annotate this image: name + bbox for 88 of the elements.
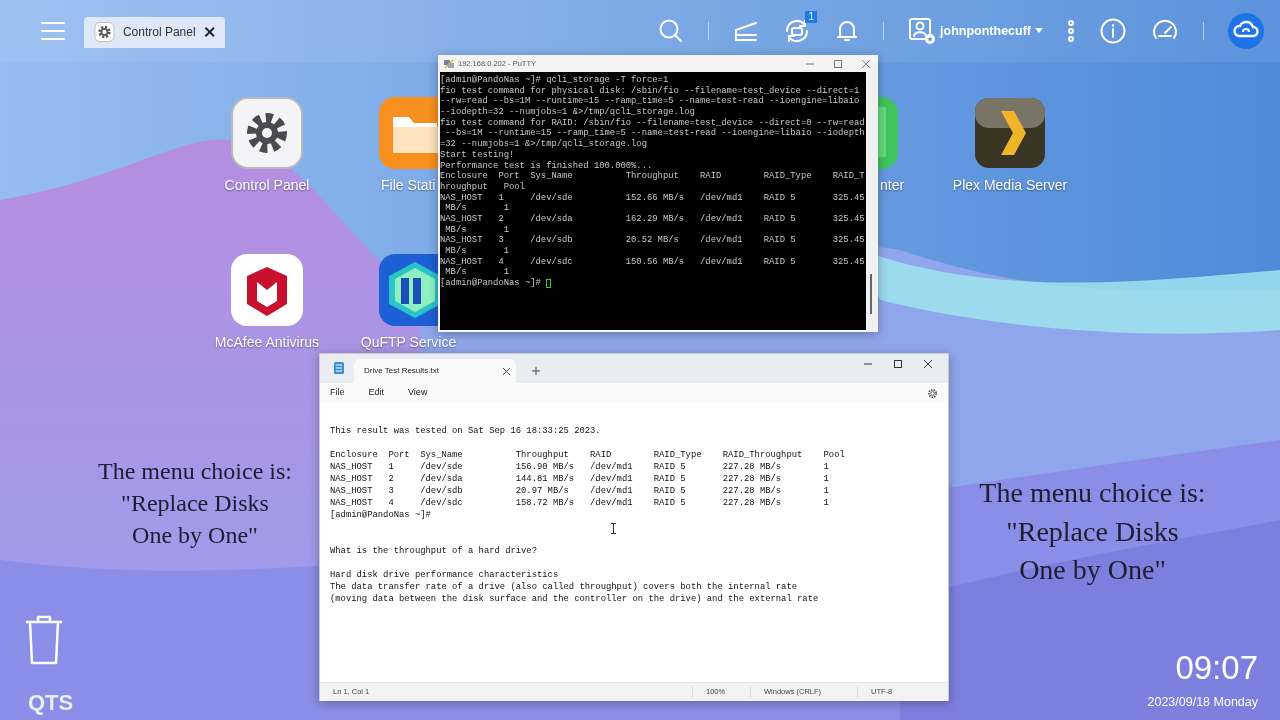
caption-text: One by One" xyxy=(131,521,259,550)
minimize-button[interactable] xyxy=(864,360,872,368)
terminal-icon xyxy=(444,58,454,69)
minimize-icon xyxy=(864,360,872,368)
user-menu[interactable]: johnponthecuff xyxy=(908,17,1043,45)
maximize-icon xyxy=(834,59,842,68)
notifications-icon xyxy=(835,18,860,44)
icon-label[interactable]: McAfee Antivirus xyxy=(209,333,325,352)
close-icon[interactable] xyxy=(503,367,510,375)
terminal-line: NAS_HOST 2 /dev/sda 162.29 MB/s /dev/md1 RAID 5 325.45 xyxy=(440,213,865,225)
document-line: What is the throughput of a hard drive? xyxy=(330,545,537,557)
caption-text: "Replace Disks xyxy=(120,489,270,518)
terminal-line: MB/s 1 xyxy=(444,267,509,278)
brand-text: QTS xyxy=(28,689,74,717)
text-area[interactable] xyxy=(320,403,948,682)
icon-label[interactable]: File Stati xyxy=(381,176,436,195)
info-icon xyxy=(1099,18,1127,44)
clock-date: 2023/09/18 Monday xyxy=(1147,694,1258,711)
document-line: (moving data between the disk surface and the controller on the drive) and the external rate xyxy=(330,593,819,605)
caption-text: "Replace Disks xyxy=(1005,514,1180,549)
document-line: NAS_HOST 3 /dev/sdb 20.97 MB/s /dev/md1 RAID 5 227.28 MB/s 1 xyxy=(330,485,829,497)
terminal-line: Enclosure Port Sys_Name Throughput RAID RAID_Type RAID_T xyxy=(440,171,865,182)
terminal-line: MB/s 1 xyxy=(444,246,509,257)
terminal-line: --bs=1M --runtime=15 --ramp_time=5 --name=test-read --ioengine=libaio --iodepth xyxy=(444,128,865,139)
document-line: NAS_HOST 1 /dev/sde 156.90 MB/s /dev/md1 RAID 5 227.28 MB/s 1 xyxy=(330,461,829,473)
settings-icon[interactable] xyxy=(927,387,938,399)
clock-time: 09:07 xyxy=(1175,648,1258,688)
document-line: [admin@PandoNas ~]# xyxy=(330,509,431,521)
app-tab[interactable]: Control Panel xyxy=(84,16,225,48)
document-line: NAS_HOST 2 /dev/sda 144.81 MB/s /dev/md1 RAID 5 227.28 MB/s 1 xyxy=(330,473,829,485)
close-icon[interactable] xyxy=(203,26,215,38)
icon-label[interactable]: QuFTP Service xyxy=(350,333,467,352)
close-icon xyxy=(924,360,932,368)
icon-label[interactable]: nter xyxy=(880,176,905,195)
new-tab-button[interactable] xyxy=(532,367,540,375)
terminal-line: fio test command for physical disk: /sbin/fio --filename=test_device --direct=1 xyxy=(440,85,860,96)
search-icon xyxy=(658,18,685,44)
document-tab[interactable]: Drive Test Results.txt xyxy=(354,359,516,383)
document-line: The data transfer rate of a drive (also called throughput) covers both the internal rate xyxy=(330,581,798,593)
terminal-line: hroughput Pool xyxy=(440,181,525,193)
text-cursor-icon xyxy=(611,523,616,534)
terminal-line: MB/s 1 xyxy=(444,224,509,236)
terminal-line: NAS_HOST 3 /dev/sdb 20.52 MB/s /dev/md1 RAID 5 325.45 xyxy=(440,235,865,246)
info-button[interactable] xyxy=(1099,18,1127,44)
maximize-button[interactable] xyxy=(894,360,902,368)
terminal-line: Performance test is finished 100.000%... xyxy=(440,160,653,171)
document-line: This result was tested on Sat Sep 16 18:33:25 2023. xyxy=(330,425,601,437)
notification-badge: 1 xyxy=(805,11,818,23)
document-line: Hard disk drive performance characteristics xyxy=(330,569,559,581)
gear-icon xyxy=(94,21,115,43)
trash-icon[interactable] xyxy=(23,614,65,666)
cloud-button[interactable] xyxy=(1228,13,1264,49)
icon-label[interactable]: Control Panel xyxy=(209,176,325,195)
maximize-icon xyxy=(894,360,902,368)
notifications-button[interactable] xyxy=(835,18,860,44)
terminal-line: [admin@PandoNas ~]# qcli_storage -T force=1 xyxy=(440,75,669,86)
close-button[interactable] xyxy=(924,360,932,368)
plus-icon xyxy=(532,367,540,375)
caption-text: The menu choice is: xyxy=(97,457,293,486)
caption-text: The menu choice is: xyxy=(978,476,1207,510)
menu-item[interactable]: File xyxy=(330,386,345,400)
caption-text: One by One" xyxy=(1018,553,1167,587)
terminal-line: fio test command for RAID: /sbin/fio --filename=test_device --direct=0 --rw=read xyxy=(440,117,865,128)
gear-icon[interactable] xyxy=(231,97,303,169)
menu-item[interactable]: View xyxy=(408,386,428,400)
more-button[interactable] xyxy=(1067,18,1075,44)
terminal-line: NAS_HOST 4 /dev/sdc 150.56 MB/s /dev/md1 RAID 5 325.45 xyxy=(440,256,865,267)
terminal-line: [admin@PandoNas ~]# xyxy=(440,278,541,289)
terminal-line: --rw=read --bs=1M --runtime=15 --ramp_time=5 --name=test-read --ioengine=libaio xyxy=(440,96,860,107)
terminal-line: --iodepth=32 --numjobs=1 &>/tmp/qcli_storage.log xyxy=(440,107,695,118)
terminal-line: NAS_HOST 1 /dev/sde 152.66 MB/s /dev/md1 RAID 5 325.45 xyxy=(440,192,865,203)
chevron-icon[interactable] xyxy=(974,97,1046,169)
menu-item[interactable]: Edit xyxy=(368,386,385,400)
terminal-line: =32 --numjobs=1 &>/tmp/qcli_storage.log xyxy=(440,139,647,150)
more-icon xyxy=(1067,18,1075,44)
folder-icon[interactable] xyxy=(379,97,438,169)
hexagon-icon[interactable] xyxy=(379,254,438,326)
close-icon xyxy=(862,59,870,68)
notepad-icon xyxy=(334,361,344,374)
document-line: Enclosure Port Sys_Name Throughput RAID RAID_Type RAID_Throughput Pool xyxy=(330,449,845,461)
search-button[interactable] xyxy=(658,18,685,44)
caret-icon xyxy=(1035,28,1043,34)
shield-icon[interactable] xyxy=(231,254,303,326)
terminal-line: MB/s 1 xyxy=(444,203,509,214)
document-line: NAS_HOST 4 /dev/sdc 158.72 MB/s /dev/md1 RAID 5 227.28 MB/s 1 xyxy=(330,497,829,509)
terminal-line: Start testing! xyxy=(440,149,515,161)
icon-label[interactable]: Plex Media Server xyxy=(952,176,1068,195)
user-icon xyxy=(908,17,937,45)
